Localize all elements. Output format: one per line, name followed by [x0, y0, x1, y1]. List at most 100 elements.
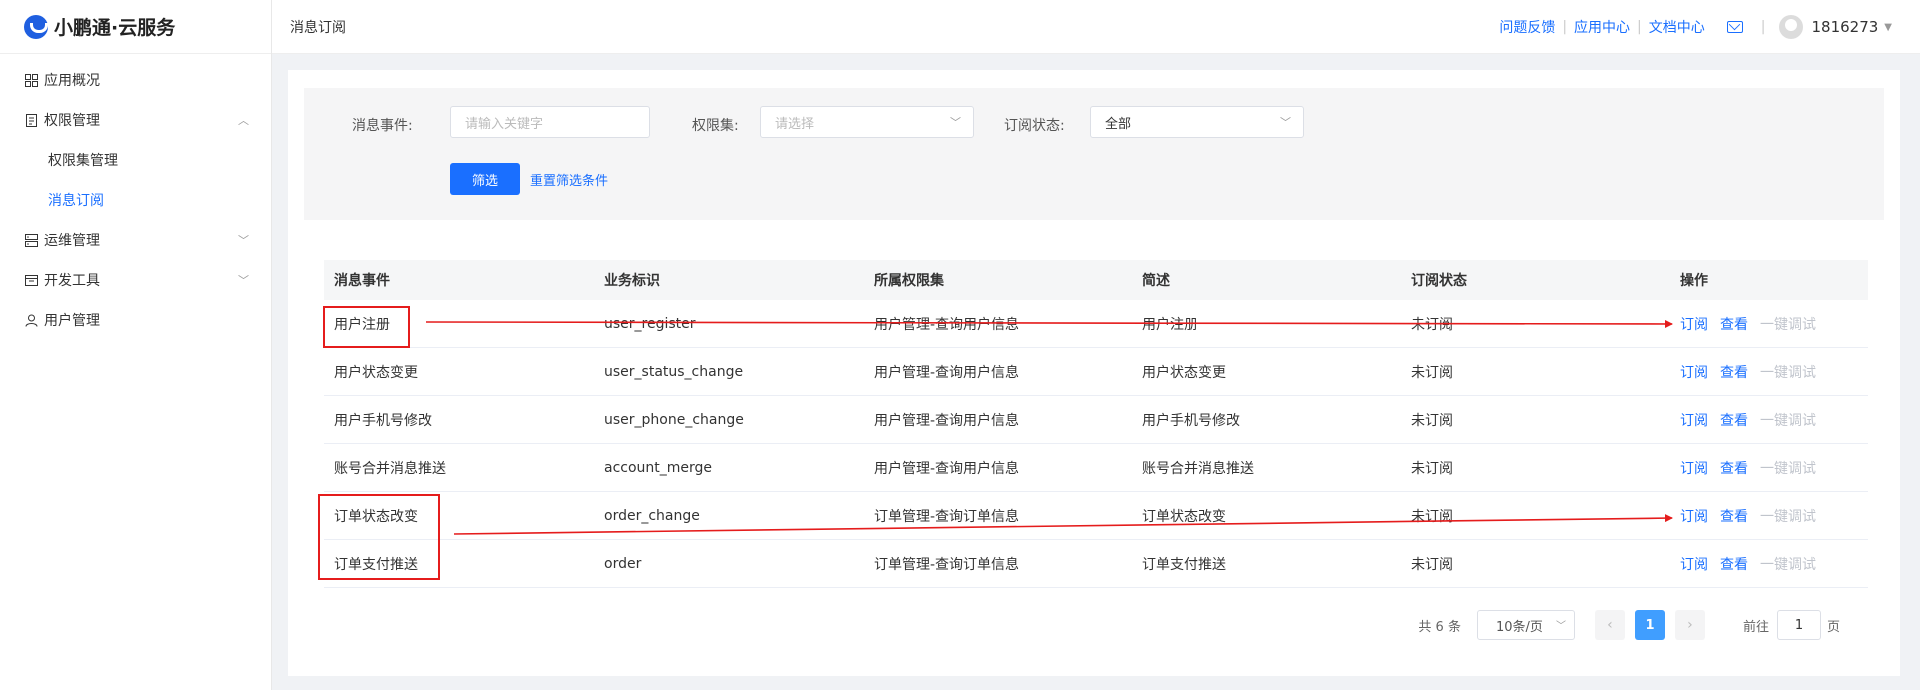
filter-button[interactable]: 筛选: [450, 163, 520, 195]
cell-permission: 用户管理-查询用户信息: [874, 412, 1020, 429]
view-link[interactable]: 查看: [1720, 362, 1748, 382]
debug-link-disabled: 一键调试: [1760, 412, 1816, 429]
sidebar: 小鹏通·云服务 应用概况 权限管理 ︿ 权限集管理 消息订阅 运维管理 ﹀ 开发…: [0, 0, 272, 690]
col-header-description: 简述: [1142, 273, 1170, 289]
sidebar-menu: 应用概况 权限管理 ︿ 权限集管理 消息订阅 运维管理 ﹀ 开发工具 ﹀ 用户管…: [0, 54, 271, 340]
user-icon: [24, 313, 38, 327]
sidebar-item-label: 运维管理: [44, 233, 100, 249]
app-logo-text: 小鹏通·云服务: [54, 17, 176, 39]
sidebar-item-app-overview[interactable]: 应用概况: [0, 60, 271, 100]
cell-key: account_merge: [604, 459, 713, 476]
subscribe-link[interactable]: 订阅: [1680, 458, 1708, 478]
docs-center-link[interactable]: 文档中心: [1649, 17, 1705, 37]
table-row: 用户状态变更 user_status_change 用户管理-查询用户信息 用户状态变…: [324, 348, 1868, 396]
chevron-down-icon: ﹀: [950, 116, 961, 129]
debug-link-disabled: 一键调试: [1760, 316, 1816, 333]
cell-actions: 订阅 查看 一键调试: [1670, 506, 1868, 526]
chevron-down-icon: ﹀: [1555, 621, 1566, 632]
divider: |: [1637, 19, 1642, 35]
pagination: 共 6 条 10条/页 ﹀ ‹ 1 › 前往 1 页: [1418, 610, 1840, 640]
event-search-input[interactable]: 请输入关键字: [450, 106, 650, 138]
feedback-link[interactable]: 问题反馈: [1499, 17, 1555, 37]
divider: |: [1760, 19, 1766, 35]
subscription-table: 消息事件 业务标识 所属权限集 简述 订阅状态 操作 用户注册 user_regi…: [324, 260, 1868, 588]
status-filter-label: 订阅状态:: [1004, 118, 1065, 134]
view-link[interactable]: 查看: [1720, 410, 1748, 430]
permission-set-select[interactable]: 请选择 ﹀: [760, 106, 974, 138]
document-icon: [24, 113, 38, 127]
server-icon: [24, 233, 38, 247]
cell-key: user_phone_change: [604, 411, 744, 428]
view-link[interactable]: 查看: [1720, 506, 1748, 526]
reset-filters-link[interactable]: 重置筛选条件: [530, 163, 608, 195]
sidebar-item-label: 用户管理: [44, 313, 100, 329]
logo-icon: [24, 14, 48, 39]
col-header-key: 业务标识: [604, 273, 660, 289]
sidebar-item-operations[interactable]: 运维管理 ﹀: [0, 220, 271, 260]
page-number-current[interactable]: 1: [1634, 610, 1665, 640]
cell-permission: 用户管理-查询用户信息: [874, 364, 1020, 381]
total-count: 共 6 条: [1418, 619, 1461, 635]
cell-key: user_register: [604, 315, 696, 332]
divider: |: [1562, 19, 1568, 35]
chevron-down-icon: ﹀: [238, 274, 249, 287]
view-link[interactable]: 查看: [1720, 554, 1748, 574]
chevron-up-icon: ︿: [238, 114, 249, 127]
mail-icon[interactable]: [1726, 21, 1743, 33]
app-center-link[interactable]: 应用中心: [1574, 17, 1630, 37]
debug-link-disabled: 一键调试: [1760, 364, 1816, 381]
subscribe-link[interactable]: 订阅: [1680, 554, 1708, 574]
header-actions: 问题反馈 | 应用中心 | 文档中心 | 1816273 ▼: [1499, 0, 1892, 54]
cell-status: 未订阅: [1411, 364, 1453, 381]
col-header-permission: 所属权限集: [874, 273, 944, 289]
cell-actions: 订阅 查看 一键调试: [1670, 362, 1868, 382]
view-link[interactable]: 查看: [1720, 458, 1748, 478]
subscribe-link[interactable]: 订阅: [1680, 362, 1708, 382]
sidebar-item-dev-tools[interactable]: 开发工具 ﹀: [0, 260, 271, 300]
avatar[interactable]: [1779, 15, 1804, 39]
permission-set-label: 权限集:: [692, 118, 739, 134]
grid-icon: [24, 73, 38, 87]
caret-down-icon[interactable]: ▼: [1884, 22, 1892, 33]
status-select[interactable]: 全部 ﹀: [1090, 106, 1304, 138]
subscribe-link[interactable]: 订阅: [1680, 410, 1708, 430]
user-name[interactable]: 1816273: [1811, 18, 1878, 36]
col-header-actions: 操作: [1680, 273, 1708, 289]
cell-key: user_status_change: [604, 363, 744, 380]
page-title: 消息订阅: [290, 19, 346, 36]
view-link[interactable]: 查看: [1720, 314, 1748, 334]
tool-icon: [24, 273, 38, 287]
table-row: 账号合并消息推送 account_merge 用户管理-查询用户信息 账号合并消息推送…: [324, 444, 1868, 492]
cell-actions: 订阅 查看 一键调试: [1670, 554, 1868, 574]
filter-panel: 消息事件: 请输入关键字 权限集: 请选择 ﹀ 订阅状态: 全部 ﹀ 筛选 重置…: [304, 88, 1884, 220]
cell-status: 未订阅: [1411, 556, 1453, 573]
next-page-button[interactable]: ›: [1674, 610, 1705, 640]
app-logo[interactable]: 小鹏通·云服务: [0, 0, 271, 54]
prev-page-button[interactable]: ‹: [1594, 610, 1625, 640]
cell-key: order_change: [604, 507, 700, 524]
cell-status: 未订阅: [1411, 460, 1453, 477]
cell-permission: 用户管理-查询用户信息: [874, 460, 1020, 477]
col-header-event: 消息事件: [334, 273, 390, 289]
cell-permission: 订单管理-查询订单信息: [874, 556, 1020, 573]
cell-description: 用户状态变更: [1142, 364, 1226, 381]
goto-page-input[interactable]: 1: [1776, 610, 1821, 640]
goto-label: 前往: [1742, 619, 1769, 635]
debug-link-disabled: 一键调试: [1760, 508, 1816, 525]
cell-actions: 订阅 查看 一键调试: [1670, 458, 1868, 478]
page-size-select[interactable]: 10条/页 ﹀: [1476, 610, 1575, 640]
sidebar-item-permission[interactable]: 权限管理 ︿: [0, 100, 271, 140]
table-body: 用户注册 user_register 用户管理-查询用户信息 用户注册 未订阅 订阅 查看一…: [324, 300, 1868, 588]
subscribe-link[interactable]: 订阅: [1680, 506, 1708, 526]
sidebar-item-label: 权限管理: [44, 113, 100, 129]
sidebar-subitem-message-subscription[interactable]: 消息订阅: [0, 180, 271, 220]
table-row: 用户手机号修改 user_phone_change 用户管理-查询用户信息 用户手机号…: [324, 396, 1868, 444]
sidebar-item-user-management[interactable]: 用户管理: [0, 300, 271, 340]
sidebar-subitem-permission-set[interactable]: 权限集管理: [0, 140, 271, 180]
cell-event: 用户状态变更: [334, 364, 418, 381]
cell-description: 账号合并消息推送: [1142, 460, 1254, 477]
cell-permission: 用户管理-查询用户信息: [874, 316, 1020, 333]
cell-status: 未订阅: [1411, 508, 1453, 525]
cell-status: 未订阅: [1411, 412, 1453, 429]
subscribe-link[interactable]: 订阅: [1680, 314, 1708, 334]
